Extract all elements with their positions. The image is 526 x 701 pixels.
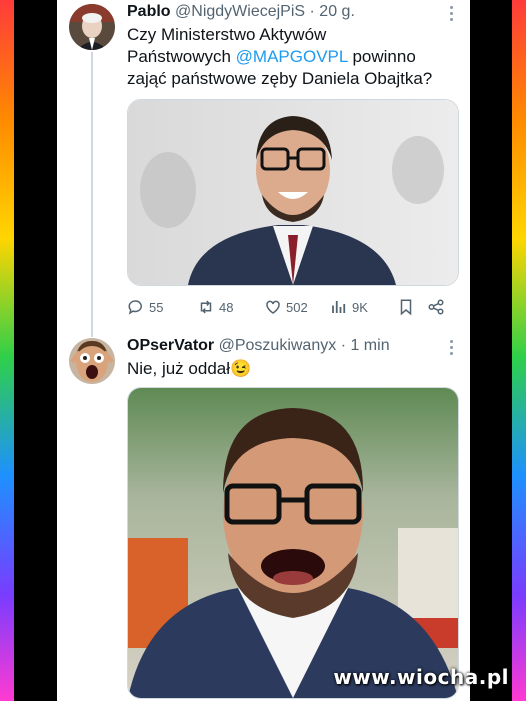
share-button[interactable]: [427, 296, 445, 318]
repost-icon: [200, 300, 212, 314]
tweet-text: Nie, już oddał😉: [127, 359, 252, 378]
tweet-photo[interactable]: [127, 387, 459, 699]
reply-icon: [128, 300, 142, 315]
tweet-text-line: Czy Ministerstwo Aktywów: [127, 25, 327, 44]
bookmark-button[interactable]: [397, 296, 415, 318]
thread-connector: [91, 52, 93, 337]
author-name[interactable]: Pablo: [127, 3, 171, 20]
tweet-text-line: Państwowych @MAPGOVPL powinno: [127, 46, 457, 68]
more-icon[interactable]: [450, 6, 454, 22]
bookmark-icon: [400, 299, 412, 316]
tweet-time[interactable]: · 1 min: [341, 337, 390, 354]
reply-count: 55: [149, 299, 164, 315]
watermark: www.wiocha.pl: [333, 665, 509, 689]
reply-button[interactable]: 55: [127, 296, 163, 318]
like-icon: [266, 300, 280, 314]
tweet-header: OPserVator @Poszukiwanyx · 1 min: [127, 336, 460, 356]
author-handle[interactable]: @NigdyWiecejPiS: [175, 3, 305, 20]
repost-count: 48: [219, 299, 234, 315]
tweet-text: Czy Ministerstwo Aktywów Państwowych @MA…: [127, 24, 457, 90]
tweet-actions: 55 48 502 9K: [127, 296, 457, 318]
like-button[interactable]: 502: [264, 296, 308, 318]
tweet-thread: Pablo @NigdyWiecejPiS · 20 g. Czy Minist…: [57, 0, 470, 701]
tweet-photo[interactable]: [127, 99, 459, 286]
like-count: 502: [286, 299, 308, 315]
views-icon: [332, 301, 346, 313]
tweet-time[interactable]: · 20 g.: [310, 3, 355, 20]
views-count: 9K: [352, 299, 368, 315]
rainbow-border-left: [0, 0, 14, 701]
share-icon: [428, 299, 444, 315]
avatar-pablo[interactable]: [69, 4, 115, 50]
more-icon[interactable]: [450, 340, 454, 356]
tweet-header: Pablo @NigdyWiecejPiS · 20 g.: [127, 2, 460, 22]
views-button[interactable]: 9K: [330, 296, 368, 318]
rainbow-border-right: [512, 0, 526, 701]
repost-button[interactable]: 48: [197, 296, 233, 318]
author-handle[interactable]: @Poszukiwanyx: [219, 337, 337, 354]
avatar-opservator[interactable]: [69, 338, 115, 384]
tweet-text-part: Państwowych: [127, 47, 236, 66]
tweet-text-part: powinno: [347, 47, 416, 66]
author-name[interactable]: OPserVator: [127, 337, 214, 354]
tweet-text-line: zająć państwowe zęby Daniela Obajtka?: [127, 69, 433, 88]
tweet-pablo[interactable]: Pablo @NigdyWiecejPiS · 20 g. Czy Minist…: [57, 0, 470, 337]
mention-link[interactable]: @MAPGOVPL: [236, 47, 348, 66]
tweet-opservator[interactable]: OPserVator @Poszukiwanyx · 1 min Nie, ju…: [57, 330, 470, 701]
